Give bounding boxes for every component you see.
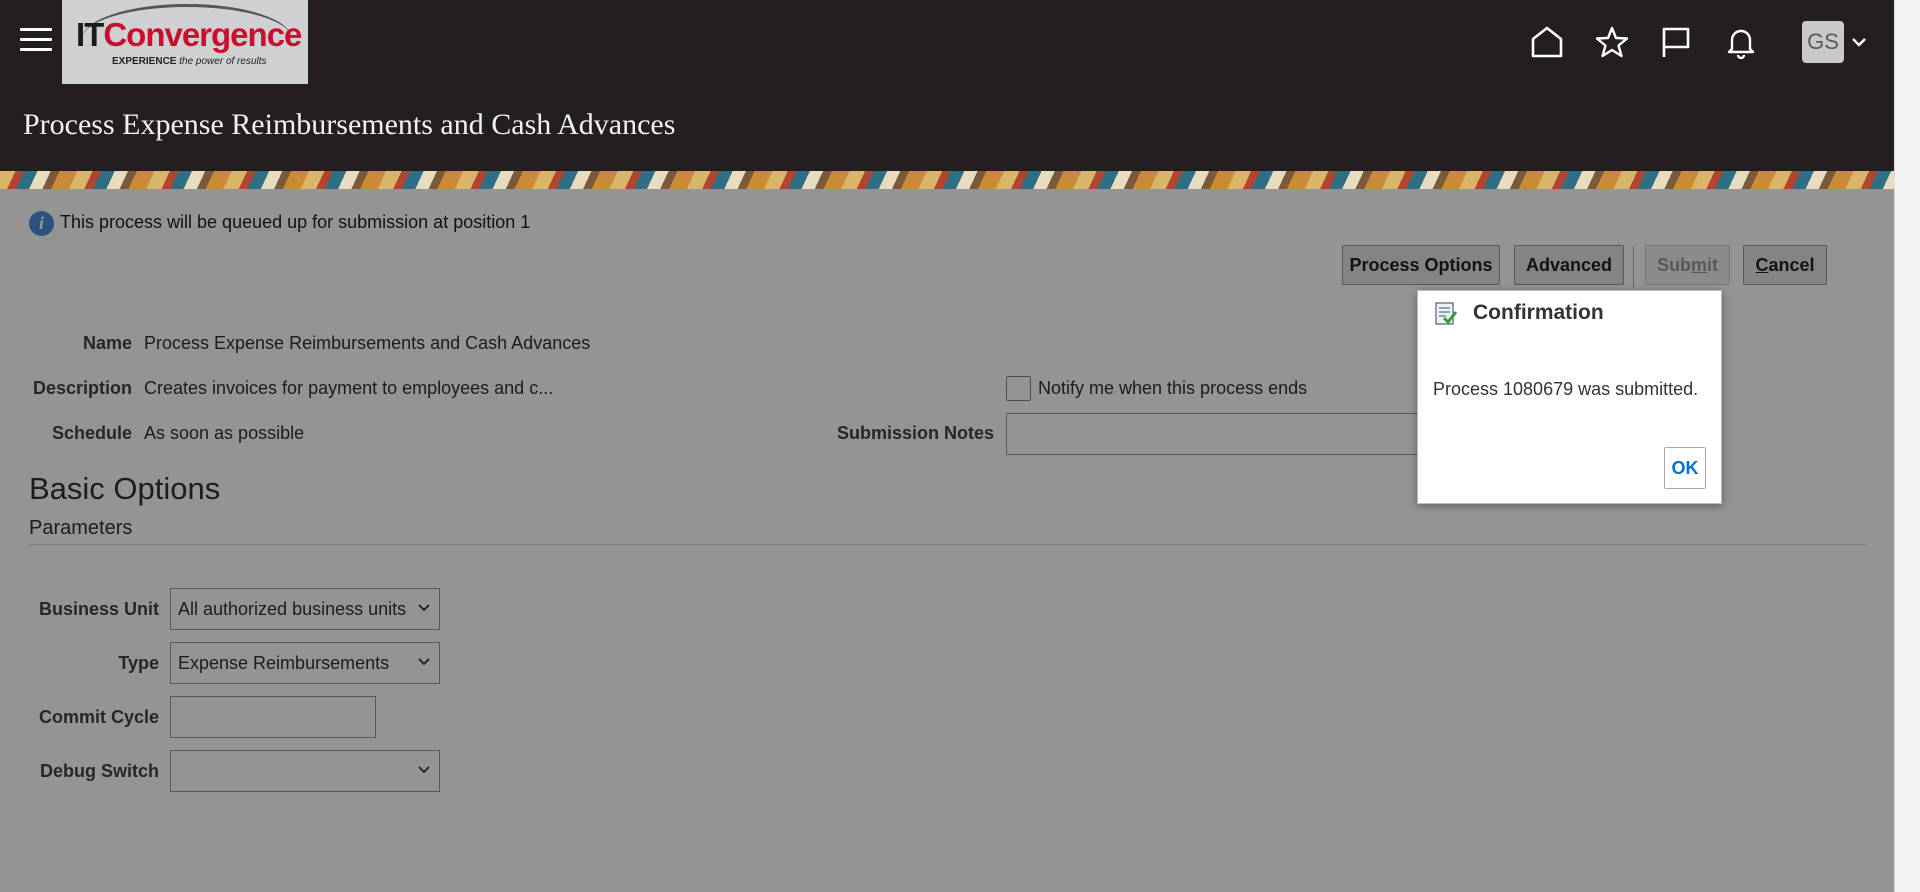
logo-it: IT [76,16,104,53]
global-header: ITConvergence EXPERIENCE the power of re… [0,0,1894,171]
company-logo[interactable]: ITConvergence EXPERIENCE the power of re… [62,0,308,84]
logo-wordmark: ITConvergence [76,16,302,54]
confirmation-check-icon [1434,301,1458,327]
logo-tagline: EXPERIENCE the power of results [112,56,267,67]
page-title: Process Expense Reimbursements and Cash … [23,108,676,141]
chevron-down-icon[interactable] [1849,32,1869,52]
dialog-title: Confirmation [1473,301,1604,324]
logo-tagline-rest: the power of results [176,56,267,67]
decorative-banner [0,171,1894,189]
user-avatar[interactable]: GS [1802,21,1844,63]
star-icon[interactable] [1592,22,1632,62]
logo-tagline-bold: EXPERIENCE [112,56,177,67]
ok-button[interactable]: OK [1664,447,1706,489]
bell-icon[interactable] [1721,22,1761,62]
logo-convergence: Convergence [103,16,302,53]
confirmation-dialog: Confirmation Process 1080679 was submitt… [1417,290,1722,504]
dialog-message: Process 1080679 was submitted. [1433,379,1699,399]
home-icon[interactable] [1527,22,1567,62]
navigator-menu-icon[interactable] [20,28,52,54]
page-scrollbar[interactable] [1894,0,1920,892]
flag-icon[interactable] [1656,22,1696,62]
